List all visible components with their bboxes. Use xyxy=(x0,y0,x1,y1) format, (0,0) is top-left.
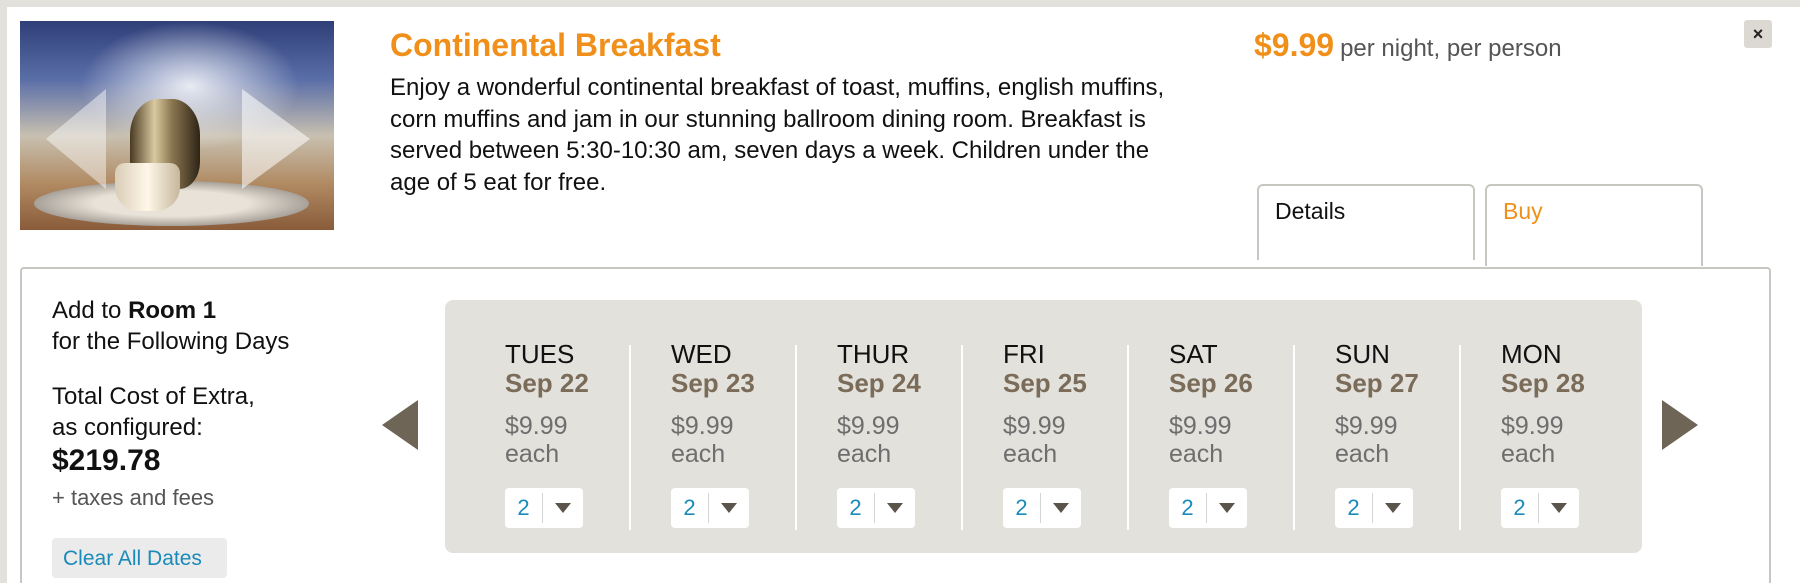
chevron-down-icon[interactable] xyxy=(887,503,903,513)
product-title: Continental Breakfast xyxy=(390,27,721,63)
day-column: TUES Sep 22 $9.99 each 2 xyxy=(463,300,629,553)
total-label-line2: as configured: xyxy=(52,414,203,441)
image-prev-icon[interactable] xyxy=(46,89,106,189)
day-price-unit: each xyxy=(837,440,892,468)
chevron-down-icon[interactable] xyxy=(721,503,737,513)
day-column: SAT Sep 26 $9.99 each 2 xyxy=(1127,300,1293,553)
chevron-down-icon[interactable] xyxy=(1219,503,1235,513)
chevron-down-icon[interactable] xyxy=(1551,503,1567,513)
chevron-down-icon[interactable] xyxy=(1053,503,1069,513)
quantity-value[interactable]: 2 xyxy=(505,493,543,523)
day-column: WED Sep 23 $9.99 each 2 xyxy=(629,300,795,553)
day-date: Sep 22 xyxy=(505,368,589,398)
quantity-value[interactable]: 2 xyxy=(1501,493,1539,523)
day-column: MON Sep 28 $9.99 each 2 xyxy=(1459,300,1625,553)
chevron-down-icon[interactable] xyxy=(555,503,571,513)
quantity-value[interactable]: 2 xyxy=(1169,493,1207,523)
day-price: $9.99 xyxy=(1003,412,1066,440)
day-date: Sep 26 xyxy=(1169,368,1253,398)
day-column: THUR Sep 24 $9.99 each 2 xyxy=(795,300,961,553)
day-price-unit: each xyxy=(1501,440,1556,468)
day-of-week: MON xyxy=(1501,339,1562,369)
room-name: Room 1 xyxy=(128,297,217,324)
image-cup xyxy=(115,163,180,211)
day-price: $9.99 xyxy=(1335,412,1398,440)
quantity-select[interactable]: 2 xyxy=(505,488,583,528)
day-of-week: SAT xyxy=(1169,339,1218,369)
quantity-select[interactable]: 2 xyxy=(1169,488,1247,528)
day-date: Sep 28 xyxy=(1501,368,1585,398)
day-column: FRI Sep 25 $9.99 each 2 xyxy=(961,300,1127,553)
day-price-unit: each xyxy=(505,440,560,468)
day-price: $9.99 xyxy=(837,412,900,440)
total-label: Total Cost of Extra, as configured: xyxy=(52,381,255,443)
quantity-value[interactable]: 2 xyxy=(1003,493,1041,523)
day-price: $9.99 xyxy=(505,412,568,440)
chevron-down-icon[interactable] xyxy=(1385,503,1401,513)
next-week-icon[interactable] xyxy=(1662,400,1698,450)
price-display: $9.99 per night, per person xyxy=(1254,27,1562,64)
room-assignment: Add to Room 1 for the Following Days xyxy=(52,295,289,357)
day-price: $9.99 xyxy=(1501,412,1564,440)
day-price: $9.99 xyxy=(1169,412,1232,440)
day-of-week: FRI xyxy=(1003,339,1045,369)
product-description: Enjoy a wonderful continental breakfast … xyxy=(390,74,1165,196)
tab-buy[interactable]: Buy xyxy=(1485,184,1703,266)
day-date: Sep 24 xyxy=(837,368,921,398)
day-date: Sep 23 xyxy=(671,368,755,398)
taxes-note: + taxes and fees xyxy=(52,485,215,510)
day-price-unit: each xyxy=(671,440,726,468)
product-image xyxy=(20,21,334,230)
total-label-line1: Total Cost of Extra, xyxy=(52,383,255,410)
prev-week-icon[interactable] xyxy=(382,400,418,450)
day-of-week: THUR xyxy=(837,339,910,369)
day-of-week: SUN xyxy=(1335,339,1390,369)
day-date: Sep 27 xyxy=(1335,368,1419,398)
quantity-select[interactable]: 2 xyxy=(837,488,915,528)
clear-all-dates-button[interactable]: Clear All Dates xyxy=(52,538,227,578)
day-date: Sep 25 xyxy=(1003,368,1087,398)
day-price: $9.99 xyxy=(671,412,734,440)
quantity-value[interactable]: 2 xyxy=(837,493,875,523)
day-price-unit: each xyxy=(1169,440,1224,468)
add-suffix: for the Following Days xyxy=(52,328,290,355)
price-unit: per night, per person xyxy=(1340,35,1562,62)
image-next-icon[interactable] xyxy=(242,89,310,189)
quantity-select[interactable]: 2 xyxy=(671,488,749,528)
quantity-select[interactable]: 2 xyxy=(1003,488,1081,528)
quantity-select[interactable]: 2 xyxy=(1501,488,1579,528)
close-button[interactable]: × xyxy=(1744,20,1772,48)
add-prefix: Add to xyxy=(52,297,122,324)
quantity-value[interactable]: 2 xyxy=(671,493,709,523)
quantity-select[interactable]: 2 xyxy=(1335,488,1413,528)
day-of-week: WED xyxy=(671,339,732,369)
total-cost: $219.78 xyxy=(52,444,161,477)
day-price-unit: each xyxy=(1003,440,1058,468)
day-price-unit: each xyxy=(1335,440,1390,468)
price-amount: $9.99 xyxy=(1254,27,1335,63)
day-of-week: TUES xyxy=(505,339,575,369)
quantity-value[interactable]: 2 xyxy=(1335,493,1373,523)
day-selector: TUES Sep 22 $9.99 each 2 WED Sep 23 $9.9… xyxy=(445,300,1642,553)
day-column: SUN Sep 27 $9.99 each 2 xyxy=(1293,300,1459,553)
tab-details[interactable]: Details xyxy=(1257,184,1475,260)
